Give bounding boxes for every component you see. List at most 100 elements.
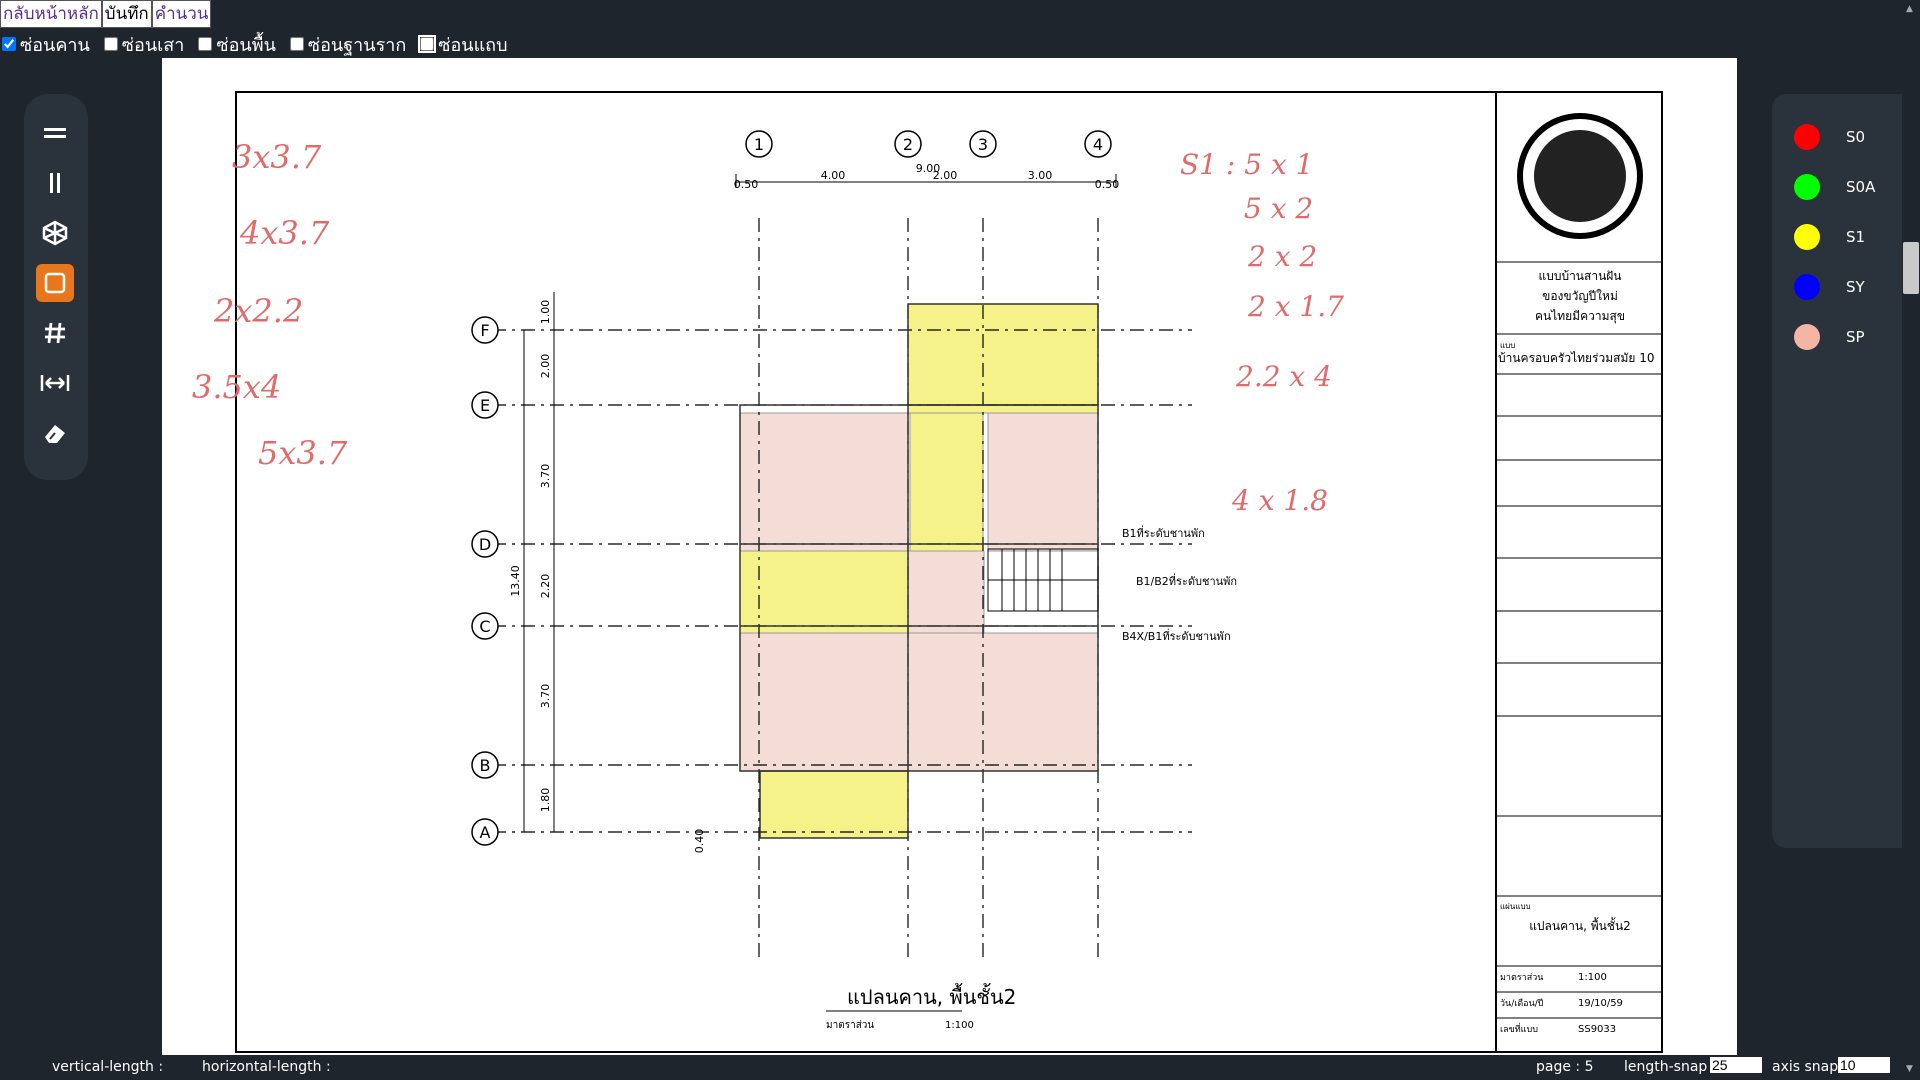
slab-type-label: S0 [1846,128,1866,146]
slab-pink-2 [987,412,1099,552]
slab-type-s0[interactable]: S0 [1794,124,1865,150]
slab-type-sy[interactable]: SY [1794,274,1865,300]
column-tool-icon[interactable] [36,164,74,202]
toggle-hide-strip[interactable]: ซ่อนแถบ [418,30,508,59]
slab-yellow-left [739,550,909,634]
slab-pink-1 [739,412,909,552]
color-swatch[interactable] [1794,124,1820,150]
top-dimensions: 0.50 4.00 9.00 2.00 3.00 0.50 [734,162,1120,191]
svg-text:19/10/59: 19/10/59 [1578,998,1623,1009]
svg-text:1.80: 1.80 [539,788,552,813]
slab-type-palette: S0 S0A S1 SY SP [1772,94,1920,848]
svg-text:B1/B2ที่ระดับชานพัก: B1/B2ที่ระดับชานพัก [1136,573,1237,588]
hide-strip-label: ซ่อนแถบ [438,34,508,56]
home-button[interactable]: กลับหน้าหลัก [0,0,102,28]
svg-text:2.2 x 4: 2.2 x 4 [1235,360,1332,393]
svg-text:S1 : 5 x 1: S1 : 5 x 1 [1180,148,1313,181]
color-swatch[interactable] [1794,274,1820,300]
slab-type-s1[interactable]: S1 [1794,224,1865,250]
svg-text:4x3.7: 4x3.7 [239,214,330,252]
hide-footing-label: ซ่อนฐานราก [307,34,407,56]
calculate-button[interactable]: คำนวน [151,0,212,28]
svg-text:2 x 1.7: 2 x 1.7 [1247,290,1344,323]
grid-row-label: C [479,617,490,636]
svg-text:0.40: 0.40 [693,829,706,854]
hide-beam-checkbox[interactable] [2,37,16,51]
handwritten-left: 3x3.7 4x3.7 2x2.2 3.5x4 5x3.7 [192,138,348,472]
slab-pink-5 [907,632,1099,772]
hide-beam-label: ซ่อนคาน [20,34,90,56]
hide-slab-label: ซ่อนพื้น [216,34,276,56]
color-swatch[interactable] [1794,174,1820,200]
toggle-hide-beam[interactable]: ซ่อนคาน [0,30,90,59]
svg-text:3.5x4: 3.5x4 [192,368,281,406]
grid-tool-icon[interactable] [36,314,74,352]
svg-text:มาตราส่วน: มาตราส่วน [1500,973,1543,983]
footing-tool-icon[interactable] [36,214,74,252]
page-indicator: page : 5 [1536,1059,1594,1075]
svg-text:แบบ: แบบ [1500,341,1515,350]
svg-text:B1ที่ระดับชานพัก: B1ที่ระดับชานพัก [1122,525,1205,540]
svg-text:0.50: 0.50 [1095,178,1120,191]
svg-text:3.70: 3.70 [539,684,552,709]
scrollbar-thumb[interactable] [1903,242,1919,294]
handwritten-right: S1 : 5 x 1 5 x 2 2 x 2 2 x 1.7 2.2 x 4 4… [1180,148,1344,517]
length-snap-label: length-snap : [1624,1059,1717,1075]
title-block: แบบบ้านสานฝัน ของขวัญปีใหม่ คนไทยมีความส… [1496,113,1662,1035]
save-button[interactable]: บันทึก [101,0,152,28]
eraser-tool-icon[interactable] [36,414,74,452]
scroll-up-arrow-icon[interactable]: ▲ [1906,4,1913,14]
svg-text:2 x 2: 2 x 2 [1247,240,1317,273]
svg-text:บ้านครอบครัวไทยร่วมสมัย 10: บ้านครอบครัวไทยร่วมสมัย 10 [1498,351,1655,365]
grid-row-label: B [480,756,491,775]
slab-type-sp[interactable]: SP [1794,324,1865,350]
svg-text:แผ่นแบบ: แผ่นแบบ [1500,902,1531,911]
slab-type-s0a[interactable]: S0A [1794,174,1875,200]
slab-type-label: SP [1846,328,1865,346]
hide-column-checkbox[interactable] [103,37,118,51]
grid-row-label: F [480,321,489,340]
slab-type-label: S0A [1846,178,1876,196]
svg-text:แปลนคาน, พื้นชั้น2: แปลนคาน, พื้นชั้น2 [1529,917,1631,933]
horizontal-length-label: horizontal-length : [202,1059,331,1075]
svg-text:แบบบ้านสานฝัน: แบบบ้านสานฝัน [1538,269,1621,283]
top-nav: กลับหน้าหลัก บันทึก คำนวน [0,0,212,28]
toggle-hide-footing[interactable]: ซ่อนฐานราก [288,30,406,59]
visibility-toggles: ซ่อนคาน ซ่อนเสา ซ่อนพื้น ซ่อนฐานราก ซ่อน… [0,30,520,58]
plan-title: แปลนคาน, พื้นชั้น2 [847,983,1016,1009]
slab-yellow-mid [909,412,984,552]
svg-text:3x3.7: 3x3.7 [232,138,322,176]
beam-tool-icon[interactable] [36,114,74,152]
slab-pink-3 [907,550,985,634]
svg-text:2x2.2: 2x2.2 [213,292,303,330]
hide-strip-checkbox[interactable] [418,35,437,53]
structural-plan-drawing[interactable]: 1 2 3 4 F E D C B A 0.50 4.00 9.00 2.00 … [162,58,1737,1055]
hide-column-label: ซ่อนเสา [121,34,185,56]
slab-tool-icon[interactable] [36,264,74,302]
scroll-down-arrow-icon[interactable]: ▼ [1906,1064,1913,1074]
row-grid-bubbles: F E D C B A [471,316,499,846]
color-swatch[interactable] [1794,324,1820,350]
axis-snap-input[interactable] [1838,1057,1890,1073]
svg-text:2.00: 2.00 [539,354,552,379]
svg-text:0.50: 0.50 [734,178,759,191]
svg-text:2.20: 2.20 [539,574,552,599]
plan-scale-label: มาตราส่วน [826,1020,874,1031]
grid-col-label: 1 [754,135,764,154]
hide-slab-checkbox[interactable] [198,37,213,51]
drawing-canvas[interactable]: 1 2 3 4 F E D C B A 0.50 4.00 9.00 2.00 … [162,58,1737,1055]
color-swatch[interactable] [1794,224,1820,250]
dimension-tool-icon[interactable] [36,364,74,402]
grid-row-label: A [480,823,491,842]
slab-yellow-bottom [759,770,909,839]
svg-text:SS9033: SS9033 [1578,1024,1616,1035]
vertical-length-label: vertical-length : [52,1059,164,1075]
vertical-scrollbar[interactable] [1902,0,1920,1080]
hide-footing-checkbox[interactable] [289,37,304,51]
toggle-hide-column[interactable]: ซ่อนเสา [102,30,185,59]
length-snap-input[interactable] [1710,1057,1762,1073]
svg-text:1.00: 1.00 [539,300,552,325]
axis-snap-label: axis snap : [1772,1059,1848,1075]
svg-text:เลขที่แบบ: เลขที่แบบ [1500,1022,1538,1035]
toggle-hide-slab[interactable]: ซ่อนพื้น [196,30,276,59]
